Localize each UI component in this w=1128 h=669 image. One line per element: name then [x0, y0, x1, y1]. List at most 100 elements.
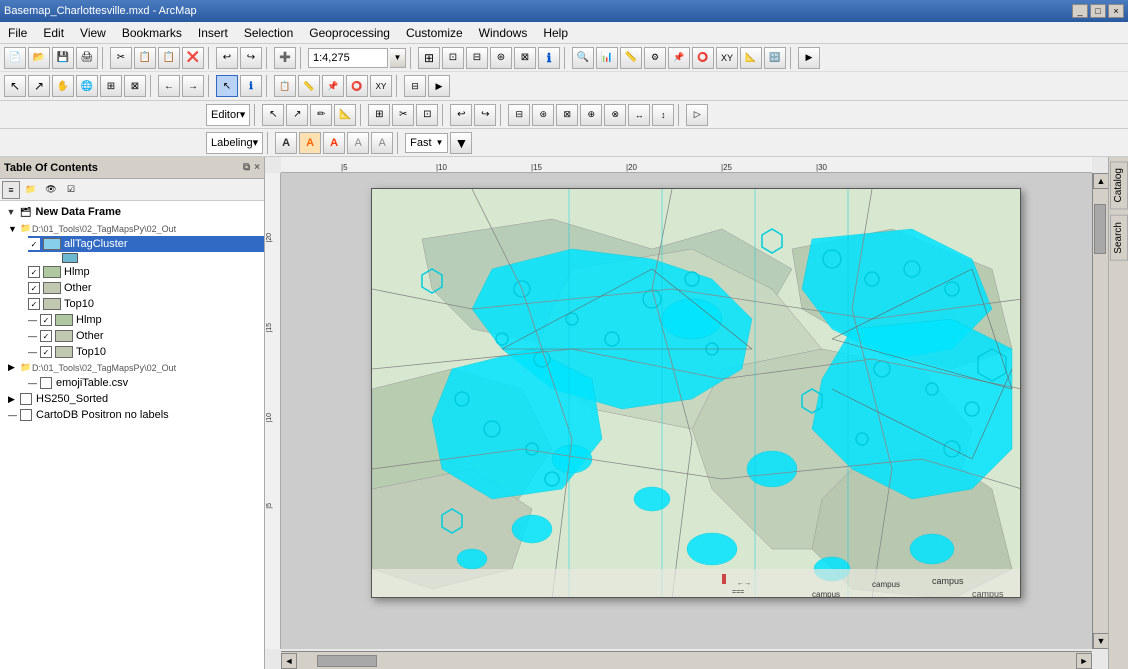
toc-group1-header[interactable]: ▼ 📁 D:\01_Tools\02_TagMapsPy\02_Out [8, 221, 264, 236]
menu-insert[interactable]: Insert [190, 22, 236, 43]
select-btn[interactable]: ↖ [216, 75, 238, 97]
layer-hs250-checkbox[interactable] [20, 393, 32, 405]
tool7[interactable]: ▶ [798, 47, 820, 69]
scroll-up-btn[interactable]: ▲ [1093, 173, 1109, 189]
pan-btn[interactable]: ✋ [52, 75, 74, 97]
tool5[interactable]: 📐 [740, 47, 762, 69]
layer-top101-checkbox[interactable]: ✓ [28, 298, 40, 310]
magnify5-btn[interactable]: ⊠ [514, 47, 536, 69]
toc-group2-header[interactable]: ▶ 📁 D:\01_Tools\02_TagMapsPy\02_Out [0, 360, 264, 375]
magnify-btn[interactable]: ⊞ [418, 47, 440, 69]
toc-layer-hlmp1[interactable]: ✓ Hlmp [8, 264, 264, 280]
toc-layer-top101[interactable]: ✓ Top10 [8, 296, 264, 312]
redo-btn[interactable]: ↪ [240, 47, 262, 69]
tool1[interactable]: ⚙ [644, 47, 666, 69]
open-btn[interactable]: 📂 [28, 47, 50, 69]
zoom-value[interactable]: 1:4,275 [308, 48, 388, 68]
toc-layer-other2[interactable]: — ✓ Other [0, 328, 264, 344]
delete-btn[interactable]: ❌ [182, 47, 204, 69]
magnify2-btn[interactable]: ⊡ [442, 47, 464, 69]
tool4[interactable]: XY [716, 47, 738, 69]
undo-btn[interactable]: ↩ [216, 47, 238, 69]
scroll-right-btn[interactable]: ► [1076, 653, 1092, 669]
cursor2-btn[interactable]: ↗ [28, 75, 50, 97]
ed-btn10[interactable]: ⊟ [508, 104, 530, 126]
ed-btn16[interactable]: ↕ [652, 104, 674, 126]
extent2-btn[interactable]: ⊠ [124, 75, 146, 97]
layer-other2-checkbox[interactable]: ✓ [40, 330, 52, 342]
scroll-left-btn[interactable]: ◄ [281, 653, 297, 669]
info-btn[interactable]: ℹ [240, 75, 262, 97]
layer-alltagcluster-checkbox[interactable]: ✓ [28, 238, 40, 250]
geom-btn[interactable]: ⊟ [404, 75, 426, 97]
menu-windows[interactable]: Windows [471, 22, 536, 43]
lbl-btn3[interactable]: A [323, 132, 345, 154]
scroll-thumb[interactable] [1094, 204, 1106, 254]
toc-layer-top102[interactable]: — ✓ Top10 [0, 344, 264, 360]
ed-btn1[interactable]: ↖ [262, 104, 284, 126]
tool6[interactable]: 🔡 [764, 47, 786, 69]
find-btn[interactable]: 🔍 [572, 47, 594, 69]
layer-hlmp1-checkbox[interactable]: ✓ [28, 266, 40, 278]
map-area[interactable]: |5 |10 |15 |20 |25 |30 |20 |15 |10 |5 [265, 157, 1128, 669]
ed-btn17[interactable]: ▷ [686, 104, 708, 126]
measure2-btn[interactable]: 📏 [298, 75, 320, 97]
zoom-dropdown[interactable]: ▼ [390, 48, 406, 68]
toc-source-btn[interactable]: 📁 [22, 181, 40, 199]
toc-layer-emojitable[interactable]: — emojiTable.csv [0, 375, 264, 391]
print-btn[interactable]: 🖨 [76, 47, 98, 69]
layer-cartodb-checkbox[interactable] [20, 409, 32, 421]
scroll-down-btn[interactable]: ▼ [1093, 633, 1109, 649]
toc-sel-btn[interactable]: ☑ [62, 181, 80, 199]
toc-layer-hs250[interactable]: ▶ HS250_Sorted [0, 391, 264, 407]
ed-btn6[interactable]: ✂ [392, 104, 414, 126]
search-tab[interactable]: Search [1110, 215, 1128, 261]
magnify4-btn[interactable]: ⊛ [490, 47, 512, 69]
tool2[interactable]: 📌 [668, 47, 690, 69]
tool3[interactable]: ⭕ [692, 47, 714, 69]
cut-btn[interactable]: ✂ [110, 47, 132, 69]
menu-geoprocessing[interactable]: Geoprocessing [301, 22, 398, 43]
lbl-btn2[interactable]: A [299, 132, 321, 154]
measure-btn[interactable]: 📏 [620, 47, 642, 69]
horizontal-scrollbar[interactable]: ◄ ► [281, 651, 1092, 669]
identify-btn[interactable]: ℹ [538, 47, 560, 69]
ed-btn9[interactable]: ↪ [474, 104, 496, 126]
cursor-btn[interactable]: ↖ [4, 75, 26, 97]
menu-edit[interactable]: Edit [35, 22, 72, 43]
menu-selection[interactable]: Selection [236, 22, 301, 43]
menu-customize[interactable]: Customize [398, 22, 471, 43]
toc-layer-cartodb[interactable]: — CartoDB Positron no labels [0, 407, 264, 423]
menu-help[interactable]: Help [535, 22, 576, 43]
layer-other1-checkbox[interactable]: ✓ [28, 282, 40, 294]
layer-hlmp2-checkbox[interactable]: ✓ [40, 314, 52, 326]
xy-btn[interactable]: XY [370, 75, 392, 97]
maximize-btn[interactable]: □ [1090, 4, 1106, 18]
ed-btn15[interactable]: ↔ [628, 104, 650, 126]
new-btn[interactable]: 📄 [4, 47, 26, 69]
menu-view[interactable]: View [72, 22, 114, 43]
ed-btn4[interactable]: 📐 [334, 104, 356, 126]
h-scroll-thumb[interactable] [317, 655, 377, 667]
toc-layer-hlmp2[interactable]: — ✓ Hlmp [0, 312, 264, 328]
speed-select[interactable]: Fast ▼ [405, 133, 448, 153]
vertical-scrollbar[interactable]: ▲ ▼ [1092, 173, 1108, 649]
copy-btn[interactable]: 📋 [134, 47, 156, 69]
labeling-dropdown[interactable]: Labeling▾ [206, 132, 263, 154]
ed-btn11[interactable]: ⊛ [532, 104, 554, 126]
table-btn[interactable]: 📊 [596, 47, 618, 69]
circle-btn[interactable]: ⭕ [346, 75, 368, 97]
layer-emojitable-checkbox[interactable] [40, 377, 52, 389]
magnify3-btn[interactable]: ⊟ [466, 47, 488, 69]
menu-file[interactable]: File [0, 22, 35, 43]
map-canvas[interactable]: campus campus campus campus === ←→ [281, 173, 1092, 649]
nav2-btn[interactable]: → [182, 75, 204, 97]
ed-btn2[interactable]: ↗ [286, 104, 308, 126]
editor-dropdown[interactable]: Editor▾ [206, 104, 250, 126]
lbl-btn5[interactable]: A [371, 132, 393, 154]
toc-frame-newdataframe[interactable]: ▼ 🗂 New Data Frame [0, 203, 264, 221]
catalog-tab[interactable]: Catalog [1110, 161, 1128, 209]
lbl-btn1[interactable]: A [275, 132, 297, 154]
ed-btn8[interactable]: ↩ [450, 104, 472, 126]
ed-btn7[interactable]: ⊡ [416, 104, 438, 126]
